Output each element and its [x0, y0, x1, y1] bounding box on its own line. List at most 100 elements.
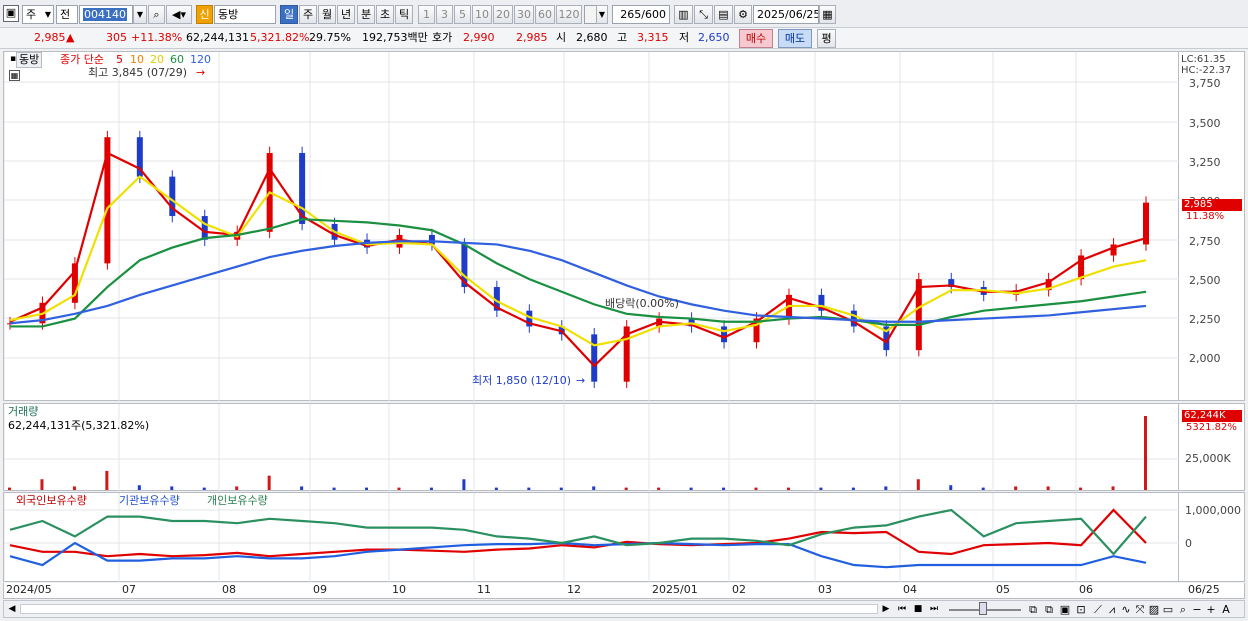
tab-tick[interactable]: 틱: [395, 5, 413, 24]
layout-icon-1[interactable]: ⧉: [1026, 601, 1040, 618]
turnover-rate: 29.75%: [309, 31, 351, 44]
buy-button[interactable]: 매수: [739, 29, 773, 48]
tab-second[interactable]: 초: [376, 5, 394, 24]
forward-icon[interactable]: ⏭: [927, 601, 941, 618]
volume-bar: [624, 487, 628, 490]
volume-pane[interactable]: 거래량 62,244,131주(5,321.82%): [3, 403, 1180, 492]
draw-wave-icon[interactable]: ∿: [1120, 601, 1132, 618]
volume-bar: [1046, 486, 1050, 490]
scroll-right-icon[interactable]: ▶: [880, 601, 892, 618]
draw-trend-icon[interactable]: ⩘: [1106, 601, 1118, 618]
zoom-slider-thumb[interactable]: [979, 602, 987, 615]
crosshair-icon[interactable]: ⤡: [694, 5, 713, 24]
scroll-left-icon[interactable]: ◀: [6, 601, 18, 618]
tab-day[interactable]: 일: [280, 5, 298, 24]
interval-1[interactable]: 1: [418, 5, 435, 24]
interval-60[interactable]: 60: [535, 5, 555, 24]
code-dropdown-button[interactable]: ▼: [133, 5, 147, 24]
volume-y-axis[interactable]: 62,244K 5321.82% 25,000K: [1179, 403, 1245, 491]
hc-value: HC:-22.37: [1181, 65, 1232, 76]
ytick-2000: 2,000: [1189, 352, 1221, 365]
interval-30[interactable]: 30: [514, 5, 534, 24]
table-icon[interactable]: ▦: [9, 70, 20, 81]
xlabel-10: 04: [903, 583, 917, 596]
interval-5[interactable]: 5: [454, 5, 471, 24]
count-value: 265: [620, 8, 642, 21]
image-icon[interactable]: ▨: [1148, 601, 1160, 618]
speaker-icon[interactable]: ◀▾: [166, 5, 192, 24]
volume-bar: [1144, 416, 1147, 490]
chart-stock-name: 동방: [16, 52, 43, 68]
low-label: 저: [679, 31, 690, 44]
open-price: 2,680: [576, 31, 608, 44]
price-y-axis[interactable]: LC:61.35 HC:-22.37 3,750 3,500 3,250 3,0…: [1179, 51, 1245, 401]
layout-icon-4[interactable]: ⊡: [1074, 601, 1088, 618]
holding-ytick-1m: 1,000,000: [1185, 504, 1241, 517]
layout-icon-2[interactable]: ⧉: [1042, 601, 1056, 618]
font-size-icon[interactable]: A: [1219, 601, 1233, 618]
scroll-track[interactable]: [20, 604, 878, 614]
period-type-value: 전: [60, 8, 71, 21]
up-arrow-icon: ▲: [66, 31, 75, 44]
sell-button[interactable]: 매도: [778, 29, 812, 48]
bottom-scrollbar[interactable]: ◀ ▶ ⏮ ■ ⏭ ⧉ ⧉ ▣ ⊡ ⟋ ⩘ ∿ ⤧ ▨ ▭ ⌕ − + A: [3, 600, 1245, 618]
save-icon[interactable]: ▤: [714, 5, 733, 24]
xlabel-1: 07: [122, 583, 136, 596]
period-type-select[interactable]: 전: [56, 5, 78, 24]
count-input[interactable]: 265/600: [612, 5, 670, 24]
volume-bar: [754, 487, 758, 490]
tab-week[interactable]: 주: [299, 5, 317, 24]
draw-cross-icon[interactable]: ⤧: [1134, 601, 1146, 618]
volume-bar: [429, 487, 433, 490]
market-select[interactable]: 주 ▼: [22, 5, 54, 24]
tab-minute[interactable]: 분: [357, 5, 375, 24]
eval-button[interactable]: 평: [817, 29, 836, 48]
volume-bar: [397, 487, 401, 490]
xlabel-0: 2024/05: [6, 583, 52, 596]
rewind-icon[interactable]: ⏮: [895, 601, 909, 618]
candle-type-icon[interactable]: ▥: [674, 5, 693, 24]
volume-bar: [851, 487, 855, 490]
interval-3[interactable]: 3: [436, 5, 453, 24]
trading-amount: 192,753백만: [362, 31, 428, 44]
xlabel-11: 05: [996, 583, 1010, 596]
interval-120[interactable]: 120: [556, 5, 582, 24]
interval-20[interactable]: 20: [493, 5, 513, 24]
gear-icon[interactable]: ⚙: [734, 5, 752, 24]
volume-bar: [170, 486, 174, 490]
volume-bar: [689, 487, 693, 490]
ask-price: 2,990: [463, 31, 495, 44]
high-price: 3,315: [637, 31, 669, 44]
window-menu-icon[interactable]: ▣: [3, 5, 19, 22]
hoga-label: 호가: [432, 31, 453, 44]
zoom-out-icon[interactable]: −: [1191, 601, 1203, 618]
holdings-y-axis[interactable]: 1,000,000 0: [1179, 492, 1245, 582]
volume-bar: [300, 486, 304, 490]
stock-name-field[interactable]: 동방: [214, 5, 276, 24]
ytick-2250: 2,250: [1189, 313, 1221, 326]
tab-month[interactable]: 월: [318, 5, 336, 24]
layout-icon-3[interactable]: ▣: [1058, 601, 1072, 618]
holdings-pane[interactable]: 외국인보유수량 기관보유수량 개인보유수량: [3, 492, 1180, 583]
interval-dropdown-button[interactable]: ▼: [596, 5, 608, 24]
tab-year[interactable]: 년: [337, 5, 355, 24]
stop-icon[interactable]: ■: [911, 601, 925, 618]
search-zoom-icon[interactable]: ⌕: [1176, 601, 1190, 618]
ytick-3750: 3,750: [1189, 77, 1221, 90]
draw-line-icon[interactable]: ⟋: [1092, 601, 1104, 618]
quote-bar: 2,985 ▲ 305 +11.38% 62,244,131 5,321.82%…: [0, 28, 1248, 49]
copy-icon[interactable]: ▭: [1162, 601, 1174, 618]
search-icon[interactable]: ⌕: [148, 5, 165, 24]
stock-code-input[interactable]: 004140: [79, 5, 133, 24]
candle-body: [591, 334, 598, 382]
price-chart-pane[interactable]: ▪ 동방 종가 단순 5 10 20 60 120 ▦ 최고 3,845 (07…: [3, 51, 1180, 402]
volume-tag: 62,244K: [1182, 410, 1242, 422]
date-input[interactable]: 2025/06/25: [753, 5, 819, 24]
calendar-icon[interactable]: ▦: [819, 5, 836, 24]
interval-10[interactable]: 10: [472, 5, 492, 24]
holding-ytick-0: 0: [1185, 537, 1192, 550]
zoom-in-icon[interactable]: +: [1205, 601, 1217, 618]
dividend-annotation: 배당락(0.00%): [605, 297, 679, 310]
candle-body: [201, 216, 208, 240]
volume-bar: [949, 485, 953, 490]
